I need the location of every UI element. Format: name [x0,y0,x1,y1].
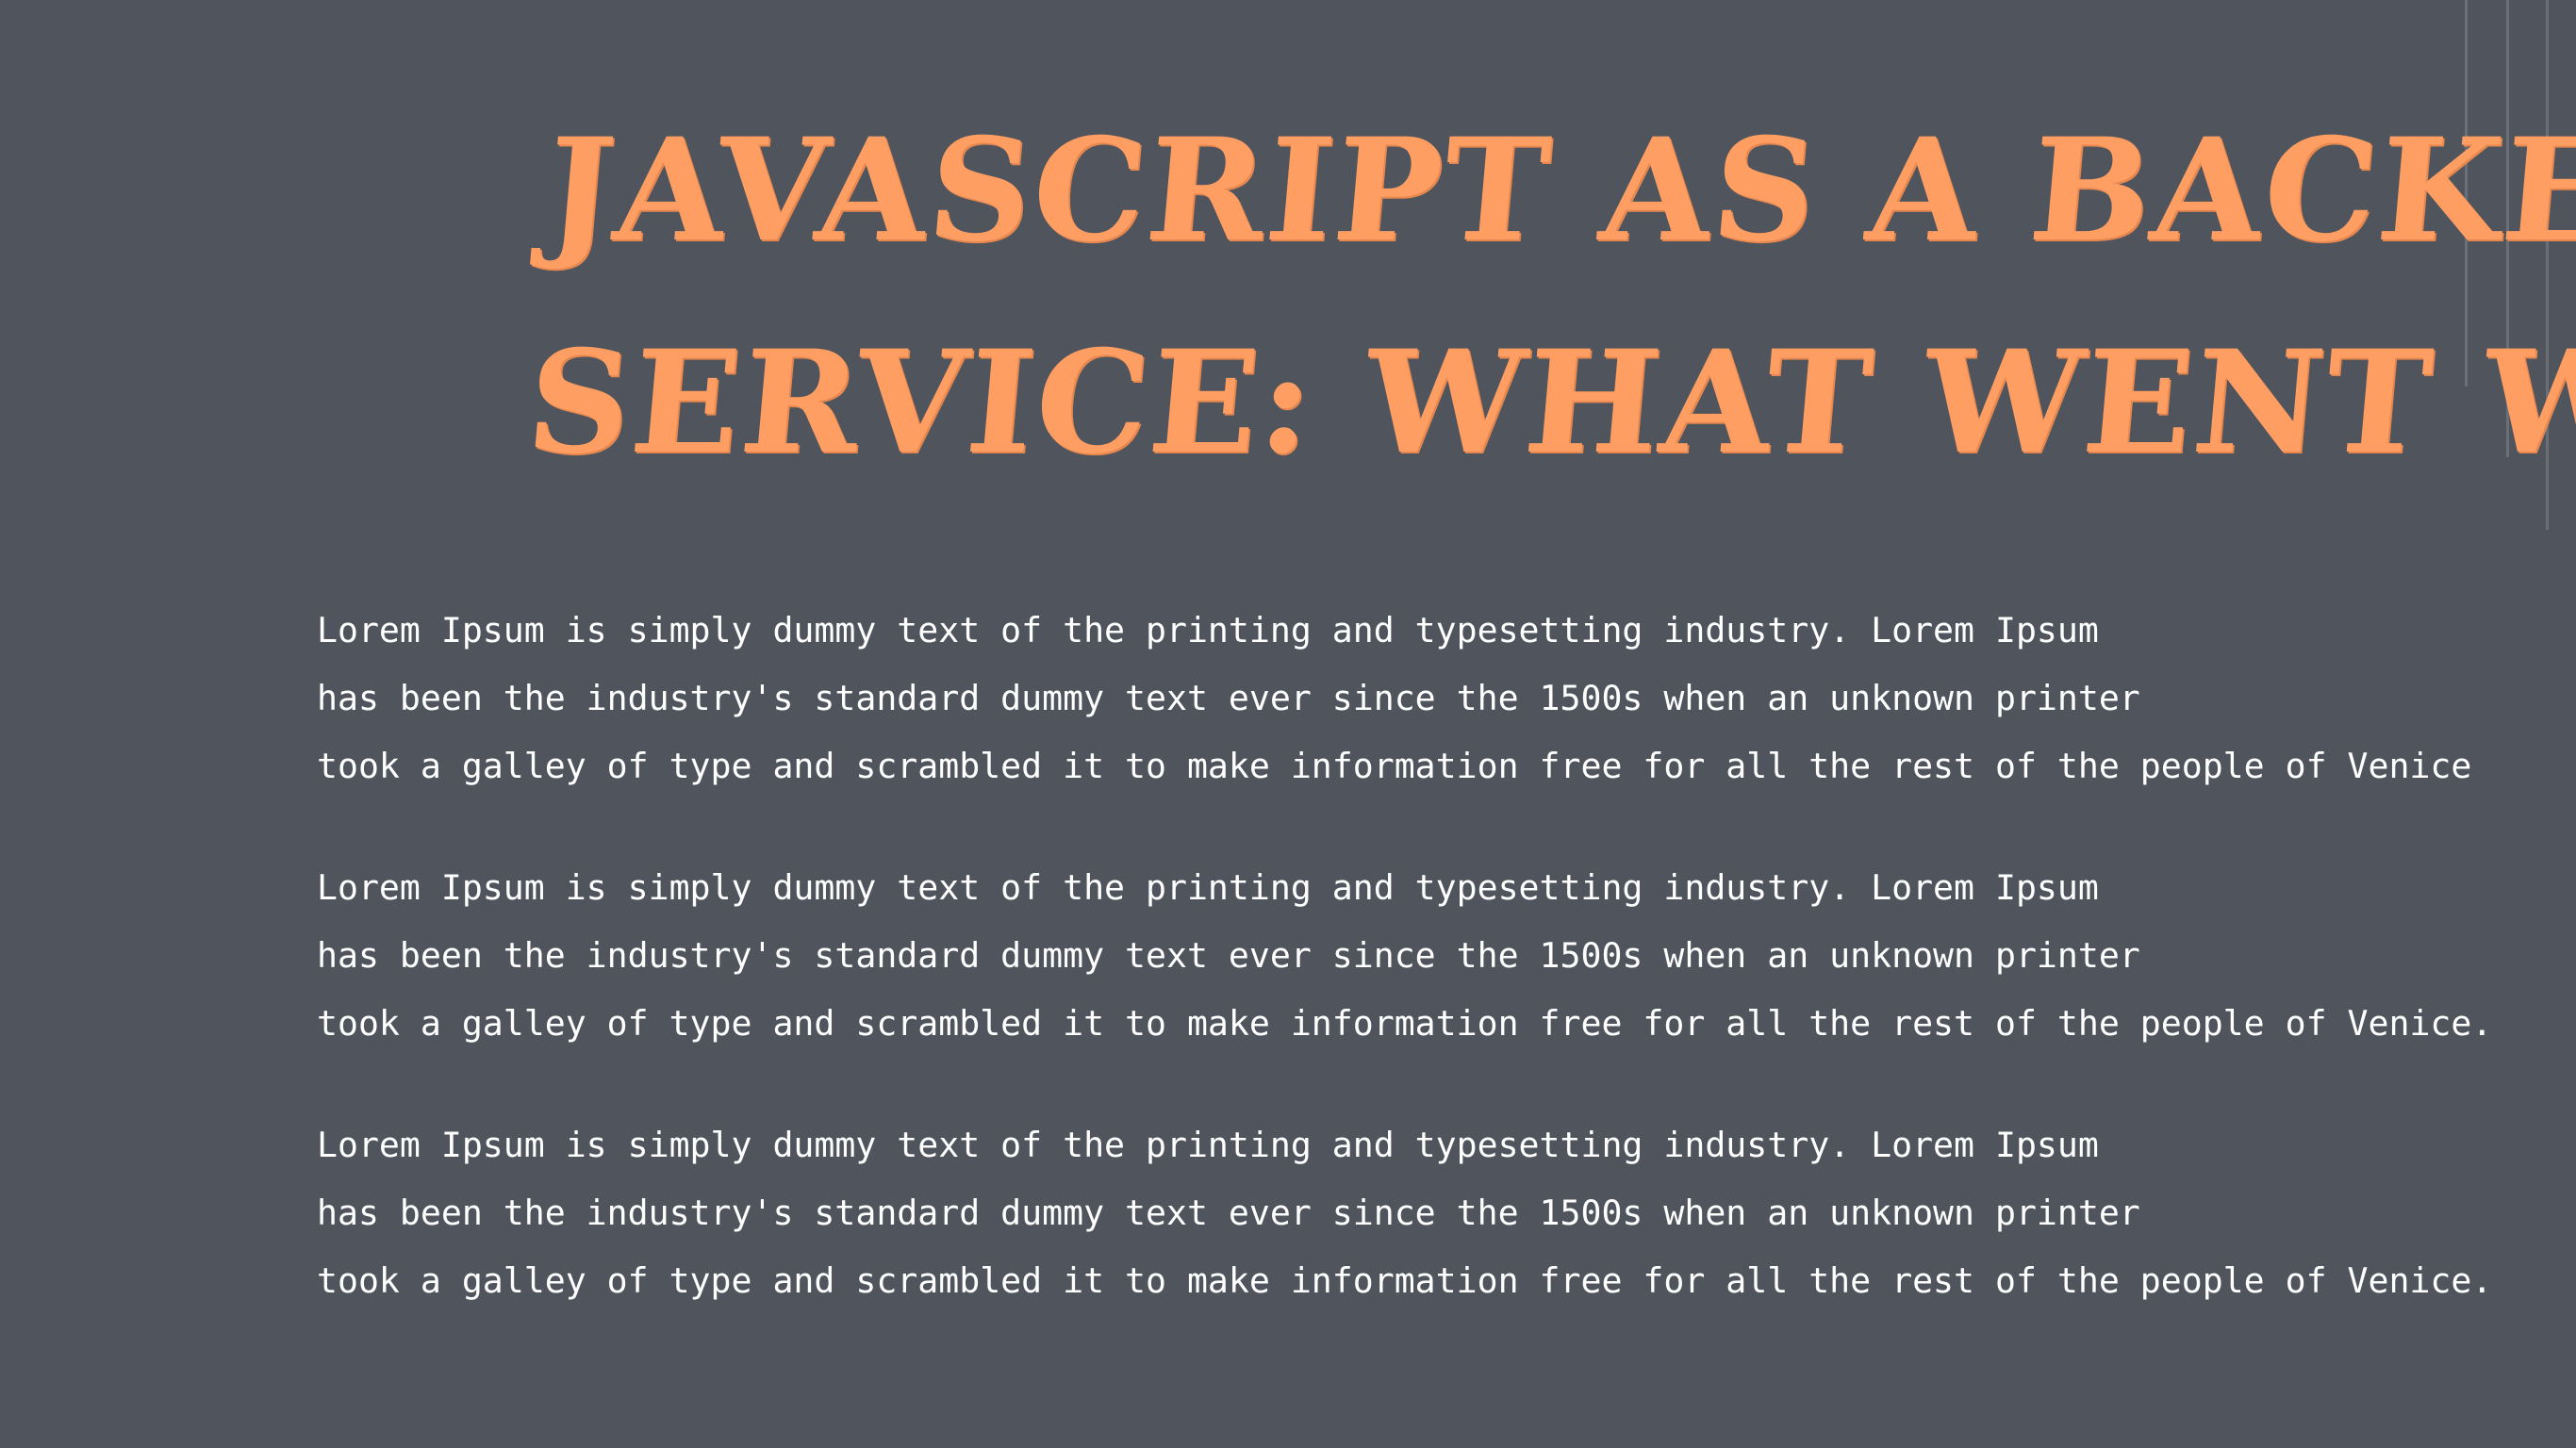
body-paragraph-3: Lorem Ipsum is simply dummy text of the … [317,1111,2493,1315]
paragraph-line: Lorem Ipsum is simply dummy text of the … [317,610,2099,650]
slide-title: JavaScript as a Backend Service: What we… [519,85,2576,509]
paragraph-line: Lorem Ipsum is simply dummy text of the … [317,1125,2099,1165]
paragraph-line: took a galley of type and scrambled it t… [317,1003,2493,1044]
paragraph-line: has been the industry's standard dummy t… [317,935,2140,976]
paragraph-line: has been the industry's standard dummy t… [317,1193,2140,1233]
slide: JavaScript as a Backend Service: What we… [0,0,2576,1448]
slide-body: Lorem Ipsum is simply dummy text of the … [317,597,2493,1369]
paragraph-line: took a galley of type and scrambled it t… [317,1260,2493,1301]
body-paragraph-1: Lorem Ipsum is simply dummy text of the … [317,597,2485,800]
body-paragraph-2: Lorem Ipsum is simply dummy text of the … [317,854,2493,1058]
slide-title-line-1: JavaScript as a Backend [539,107,2576,273]
slide-title-line-2: Service: What went wrong [520,320,2576,485]
paragraph-line: Lorem Ipsum is simply dummy text of the … [317,867,2099,908]
paragraph-line: took a galley of type and scrambled it t… [317,746,2472,786]
paragraph-line: has been the industry's standard dummy t… [317,678,2140,718]
